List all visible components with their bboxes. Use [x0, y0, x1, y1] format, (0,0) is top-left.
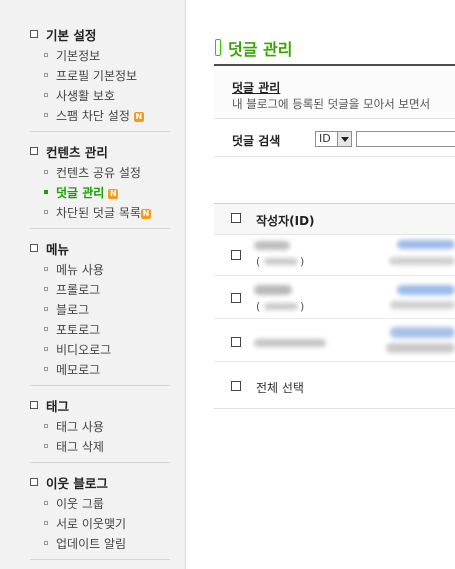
new-badge: N [108, 189, 119, 199]
section-divider [30, 385, 170, 386]
redacted-author-id [264, 303, 298, 310]
redacted-author-name [254, 339, 326, 347]
section-divider [30, 131, 170, 132]
info-title: 덧글 관리 [232, 81, 281, 95]
section-bullet-icon [30, 147, 38, 155]
settings-sidebar: 기본 설정 기본정보 프로필 기본정보 사생활 보호 스팸 차단 설정 N 컨텐츠… [0, 0, 186, 569]
sidebar-item-tag-delete[interactable]: 태그 삭제 [44, 438, 104, 456]
bullet-icon [44, 93, 48, 97]
sidebar-item-photolog[interactable]: 포토로그 [44, 321, 100, 339]
sidebar-item-comment-management[interactable]: 덧글 관리 N [44, 184, 119, 202]
bullet-icon [44, 424, 48, 428]
sidebar-item-blog[interactable]: 블로그 [44, 301, 89, 319]
bullet-icon [44, 444, 48, 448]
sidebar-item-tag-use[interactable]: 태그 사용 [44, 418, 104, 436]
bullet-icon [44, 327, 48, 331]
table-row: ( ) [214, 276, 455, 319]
redacted-comment-link[interactable] [397, 285, 455, 295]
redacted-comment-link[interactable] [390, 327, 455, 338]
section-header-menu[interactable]: 메뉴 [30, 241, 69, 259]
comment-search-row: 덧글 검색 ID [214, 124, 455, 157]
column-header-author: 작성자(ID) [256, 214, 315, 228]
redacted-comment-link[interactable] [397, 240, 455, 249]
author-id-close-paren: ) [300, 300, 305, 313]
search-field-select[interactable]: ID [315, 131, 352, 147]
redacted-comment-text [389, 257, 455, 265]
bullet-icon [44, 53, 48, 57]
bullet-icon [44, 113, 48, 117]
redacted-author-name [254, 285, 292, 295]
sidebar-item-menu-use[interactable]: 메뉴 사용 [44, 261, 104, 279]
author-id-close-paren: ) [300, 255, 305, 268]
redacted-comment-text [390, 301, 455, 309]
main-content: 덧글 관리 덧글 관리 내 블로그에 등록된 덧글을 모아서 보면서 덧글 검색… [186, 0, 455, 569]
select-all-label[interactable]: 전체 선택 [256, 379, 304, 396]
section-divider [30, 228, 170, 229]
sidebar-item-basic-info[interactable]: 기본정보 [44, 47, 100, 65]
bullet-icon [44, 347, 48, 351]
table-row [214, 319, 455, 362]
chevron-down-icon[interactable] [337, 132, 351, 146]
sidebar-item-profile-basic-info[interactable]: 프로필 기본정보 [44, 67, 137, 85]
sidebar-item-videolog[interactable]: 비디오로그 [44, 341, 111, 359]
bullet-icon [44, 73, 48, 77]
bullet-icon [44, 501, 48, 505]
section-header-tags[interactable]: 태그 [30, 398, 69, 416]
section-divider [30, 462, 170, 463]
sidebar-item-neighbor-groups[interactable]: 이웃 그룹 [44, 495, 104, 513]
section-bullet-icon [30, 478, 38, 486]
bullet-icon [44, 210, 48, 214]
select-all-row: 전체 선택 [214, 366, 455, 409]
section-header-basic-settings[interactable]: 기본 설정 [30, 27, 96, 45]
page-title: 덧글 관리 [228, 40, 293, 59]
search-field-value: ID [319, 132, 331, 145]
section-bullet-icon [30, 30, 38, 38]
row-checkbox[interactable] [231, 293, 241, 303]
new-badge: N [133, 112, 144, 122]
bullet-icon [44, 287, 48, 291]
bullet-icon [44, 190, 48, 194]
section-bullet-icon [30, 244, 38, 252]
search-label: 덧글 검색 [232, 134, 281, 148]
redacted-author-name [254, 241, 290, 250]
sidebar-item-mutual-neighbors[interactable]: 서로 이웃맺기 [44, 515, 126, 533]
section-header-neighbor-blogs[interactable]: 이웃 블로그 [30, 475, 108, 493]
select-all-checkbox[interactable] [231, 381, 241, 391]
new-badge: N [140, 209, 151, 219]
redacted-author-id [264, 258, 298, 265]
info-description: 내 블로그에 등록된 덧글을 모아서 보면서 [232, 97, 431, 111]
sidebar-item-privacy[interactable]: 사생활 보호 [44, 87, 115, 105]
table-row: ( ) [214, 233, 455, 276]
sidebar-item-blocked-comments[interactable]: 차단된 덧글 목록 N [44, 204, 151, 222]
table-header: 작성자(ID) [214, 203, 455, 235]
sidebar-item-prologue[interactable]: 프롤로그 [44, 281, 100, 299]
bullet-icon [44, 541, 48, 545]
search-input[interactable] [356, 131, 455, 147]
sidebar-item-content-sharing[interactable]: 컨텐츠 공유 설정 [44, 164, 141, 182]
bullet-icon [44, 521, 48, 525]
sidebar-item-spam-block[interactable]: 스팸 차단 설정 N [44, 107, 144, 125]
select-all-header-checkbox[interactable] [231, 213, 241, 223]
sidebar-item-update-notifications[interactable]: 업데이트 알림 [44, 535, 126, 553]
sidebar-item-memolog[interactable]: 메모로그 [44, 361, 100, 379]
title-marker-icon [215, 39, 221, 56]
author-id-open-paren: ( [256, 255, 261, 268]
section-divider [30, 559, 170, 560]
info-box: 덧글 관리 내 블로그에 등록된 덧글을 모아서 보면서 [214, 64, 455, 119]
author-id-open-paren: ( [256, 300, 261, 313]
bullet-icon [44, 267, 48, 271]
bullet-icon [44, 307, 48, 311]
section-bullet-icon [30, 401, 38, 409]
row-checkbox[interactable] [231, 250, 241, 260]
row-checkbox[interactable] [231, 337, 241, 347]
redacted-comment-text [386, 343, 455, 353]
section-header-content-management[interactable]: 컨텐츠 관리 [30, 144, 108, 162]
bullet-icon [44, 367, 48, 371]
bullet-icon [44, 170, 48, 174]
